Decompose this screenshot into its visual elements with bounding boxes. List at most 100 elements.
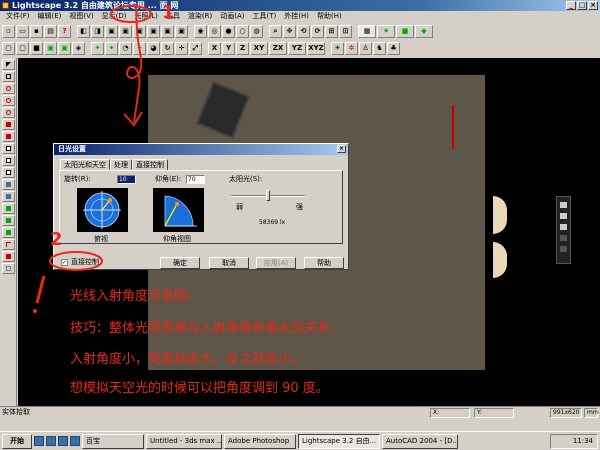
block-icon[interactable]: ◈ — [72, 41, 85, 55]
menu-light[interactable]: 光照(L) — [133, 11, 160, 22]
sunlight-slider-thumb[interactable] — [266, 190, 270, 201]
sphere-icon[interactable]: ◉ — [194, 24, 207, 38]
layer-icon[interactable]: ◧ — [77, 24, 90, 38]
axis-xyz-button[interactable]: XYZ — [307, 41, 325, 55]
light-icon[interactable]: ◔ — [119, 41, 132, 55]
rotate-icon[interactable]: ↻ — [161, 41, 174, 55]
select-window-icon[interactable] — [2, 71, 15, 82]
dialog-close-button[interactable]: × — [337, 145, 346, 153]
tab-processing[interactable]: 处理 — [110, 159, 132, 170]
zoom-all-icon[interactable] — [2, 131, 15, 142]
grid-tool-icon[interactable] — [2, 263, 15, 274]
help-icon[interactable]: ? — [58, 24, 71, 38]
walk-tool-icon[interactable] — [2, 203, 15, 214]
ok-button[interactable]: 确定 — [160, 257, 200, 269]
orbit-icon[interactable]: ⟲ — [297, 24, 310, 38]
walk-tool-icon[interactable] — [2, 215, 15, 226]
camera-tool-icon[interactable] — [2, 179, 15, 190]
menu-file[interactable]: 文件(F) — [4, 11, 32, 22]
help-button[interactable]: 帮助 — [304, 257, 344, 269]
open-file-icon[interactable]: ▭ — [16, 24, 29, 38]
sphere-icon[interactable]: ◍ — [250, 24, 263, 38]
menu-animation[interactable]: 动画(A) — [218, 11, 246, 22]
light-icon[interactable]: ✦ — [133, 41, 146, 55]
walk-tool-icon[interactable] — [2, 227, 15, 238]
menu-help[interactable]: 帮助(H) — [315, 11, 344, 22]
select-icon[interactable]: ▢ — [2, 41, 15, 55]
task-3dsmax[interactable]: Untitled - 3ds max ... — [146, 433, 222, 449]
cube-view-icon[interactable]: ▣ — [105, 24, 118, 38]
solid-shade-icon[interactable]: ■ — [396, 24, 414, 38]
task-autocad[interactable]: AutoCAD 2004 - [D... — [382, 433, 458, 449]
rotation-input[interactable]: 10 — [117, 175, 136, 184]
cancel-button[interactable]: 取消 — [209, 257, 249, 269]
task-baibao[interactable]: 百宝 — [82, 433, 144, 449]
quicklaunch-media-icon[interactable] — [58, 436, 68, 446]
axis-z-button[interactable]: Z — [236, 41, 249, 55]
tree-icon[interactable]: ♣ — [387, 41, 400, 55]
quicklaunch-desktop-icon[interactable] — [46, 436, 56, 446]
cube-view-icon[interactable]: ▣ — [175, 24, 188, 38]
axis-xy-button[interactable]: XY — [250, 41, 268, 55]
axis-y-button[interactable]: Y — [222, 41, 235, 55]
group-icon[interactable]: ▣ — [58, 41, 71, 55]
menu-display[interactable]: 显示(D) — [100, 11, 129, 22]
light-icon[interactable]: ✦ — [105, 41, 118, 55]
light-icon[interactable]: ✦ — [91, 41, 104, 55]
start-button[interactable]: 开始 — [2, 433, 32, 449]
light-icon[interactable]: ◕ — [147, 41, 160, 55]
pan-icon[interactable]: ✥ — [283, 24, 296, 38]
top-view-compass[interactable] — [77, 188, 128, 232]
menu-render[interactable]: 渲染(R) — [186, 11, 214, 22]
save-icon[interactable]: ▪ — [30, 24, 43, 38]
cube-view-icon[interactable]: ▣ — [133, 24, 146, 38]
sun-icon[interactable]: ✲ — [345, 41, 358, 55]
apply-button[interactable]: 应用(A) — [256, 257, 296, 269]
camera-icon[interactable]: ⊡ — [339, 24, 352, 38]
menu-edit[interactable]: 编辑(E) — [36, 11, 64, 22]
quicklaunch-ie-icon[interactable] — [34, 436, 44, 446]
walk-icon[interactable]: ⟳ — [311, 24, 324, 38]
zoom-out-icon[interactable] — [2, 107, 15, 118]
select-icon[interactable]: ▢ — [16, 41, 29, 55]
green-render-icon[interactable]: ✷ — [377, 24, 395, 38]
axis-x-button[interactable]: X — [208, 41, 221, 55]
direct-control-checkbox[interactable]: ✓ — [61, 259, 68, 266]
cube-view-icon[interactable]: ▣ — [161, 24, 174, 38]
page-icon[interactable] — [2, 167, 15, 178]
minimize-button[interactable]: _ — [566, 1, 576, 10]
dog-icon[interactable]: ♞ — [373, 41, 386, 55]
fit-icon[interactable]: ⊞ — [325, 24, 338, 38]
crosshair-icon[interactable] — [2, 239, 15, 250]
zoom-in-icon[interactable] — [2, 95, 15, 106]
menu-plugins[interactable]: 外挂(H) — [282, 11, 311, 22]
task-photoshop[interactable]: Adobe Photoshop — [224, 433, 296, 449]
radiosity-icon[interactable]: ▦ — [358, 24, 376, 38]
print-icon[interactable]: ▤ — [44, 24, 57, 38]
maximize-button[interactable]: □ — [577, 1, 587, 10]
move-icon[interactable]: ✛ — [175, 41, 188, 55]
sphere-icon[interactable]: ○ — [236, 24, 249, 38]
axis-yz-button[interactable]: YZ — [288, 41, 306, 55]
zoom-extents-icon[interactable] — [2, 119, 15, 130]
cube-view-icon[interactable]: ▣ — [147, 24, 160, 38]
page-icon[interactable] — [2, 143, 15, 154]
zoom-tool-icon[interactable] — [2, 83, 15, 94]
close-button[interactable]: × — [588, 1, 598, 10]
quicklaunch-app-icon[interactable] — [70, 436, 80, 446]
camera-tool-icon[interactable] — [2, 191, 15, 202]
menu-view[interactable]: 视图(V) — [67, 11, 95, 22]
scale-icon[interactable]: ⤢ — [189, 41, 202, 55]
green-cube-icon[interactable]: ◆ — [415, 24, 433, 38]
menu-tools[interactable]: 工具(T) — [250, 11, 278, 22]
sphere-icon[interactable]: ● — [222, 24, 235, 38]
tab-sun-and-sky[interactable]: 太阳光和天空 — [60, 159, 110, 170]
walker-icon[interactable]: ♙ — [359, 41, 372, 55]
light-tool-icon[interactable] — [2, 251, 15, 262]
pointer-tool-icon[interactable] — [2, 59, 15, 70]
menu-tools-a[interactable]: 工具 — [164, 11, 182, 22]
select-all-icon[interactable]: ▣ — [44, 41, 57, 55]
elevation-view-graphic[interactable] — [153, 188, 204, 232]
task-lightscape[interactable]: Lightscape 3.2 自由... — [298, 433, 380, 449]
cube-view-icon[interactable]: ▣ — [119, 24, 132, 38]
